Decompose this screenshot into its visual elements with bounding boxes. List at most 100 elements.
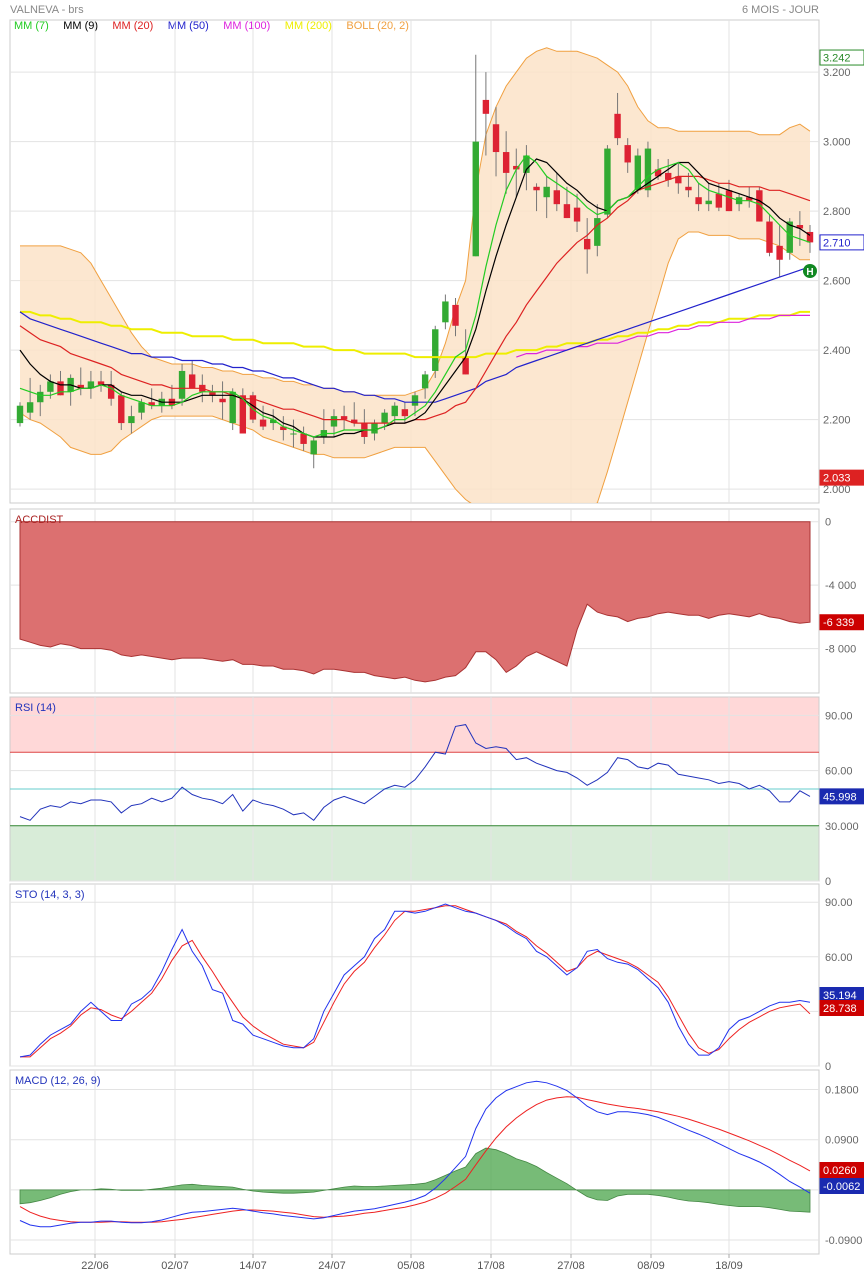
x-tick-label: 02/07: [161, 1260, 189, 1272]
value-label: 0.0260: [823, 1165, 857, 1177]
candle-body: [371, 423, 378, 434]
legend-item: MM (9): [63, 20, 98, 32]
legend-item: BOLL (20, 2): [346, 20, 409, 32]
panel-title: ACCDIST: [15, 514, 64, 526]
rsi-oversold-zone: [10, 825, 819, 881]
x-tick-label: 08/09: [637, 1260, 665, 1272]
candle-body: [118, 395, 125, 424]
x-tick-label: 05/08: [397, 1260, 425, 1272]
value-label: -0.0062: [823, 1181, 860, 1193]
y-tick-label: 90.00: [825, 710, 853, 722]
candle-body: [37, 391, 44, 403]
candle-body: [563, 204, 571, 219]
y-tick-label: 0.0900: [825, 1135, 859, 1147]
x-tick-label: 22/06: [81, 1260, 109, 1272]
candle-body: [391, 405, 398, 417]
candle-body: [432, 329, 439, 371]
y-tick-label: 0: [825, 876, 831, 888]
value-label: 45.998: [823, 791, 857, 803]
candle-body: [543, 186, 550, 198]
candle-body: [290, 433, 297, 435]
candle-body: [128, 416, 135, 424]
y-tick-label: 0: [825, 1061, 831, 1073]
value-label: 28.738: [823, 1003, 857, 1015]
candle-body: [188, 374, 196, 389]
candle-body: [594, 218, 601, 246]
y-tick-label: 60.00: [825, 766, 853, 778]
candle-body: [695, 197, 702, 205]
candle-body: [776, 245, 783, 260]
candle-body: [614, 113, 621, 139]
panel-title: RSI (14): [15, 702, 56, 714]
candle-body: [644, 148, 652, 191]
candle-body: [442, 301, 449, 323]
x-tick-label: 24/07: [318, 1260, 346, 1272]
rsi-overbought-zone: [10, 697, 819, 753]
candle-body: [502, 152, 510, 173]
candle-body: [715, 193, 723, 208]
y-tick-label: 30.000: [825, 821, 859, 833]
legend-item: MM (7): [14, 20, 49, 32]
y-tick-label: 60.00: [825, 952, 853, 964]
y-tick-label: 2.400: [823, 345, 851, 357]
value-label: 2.710: [823, 237, 851, 249]
candle-body: [330, 416, 338, 427]
candle-body: [604, 148, 611, 215]
candle-body: [685, 186, 692, 191]
candle-body: [472, 141, 479, 257]
panel-title: STO (14, 3, 3): [15, 889, 85, 901]
y-tick-label: 0: [825, 517, 831, 529]
legend-item: MM (50): [168, 20, 209, 32]
candle-body: [766, 221, 773, 253]
y-tick-label: 3.000: [823, 137, 851, 149]
candle-body: [47, 381, 54, 392]
y-tick-label: 2.000: [823, 484, 851, 496]
candle-body: [482, 99, 490, 114]
y-tick-label: 0.1800: [825, 1085, 859, 1097]
legend-item: MM (200): [285, 20, 332, 32]
y-tick-label: 3.200: [823, 67, 851, 79]
instrument-title: VALNEVA - brs: [10, 4, 84, 16]
x-tick-label: 27/08: [557, 1260, 585, 1272]
legend-item: MM (100): [223, 20, 270, 32]
candle-body: [138, 402, 145, 413]
candle-body: [624, 145, 631, 163]
y-tick-label: 2.800: [823, 206, 851, 218]
value-label: -6 339: [823, 617, 854, 629]
y-tick-label: 2.200: [823, 415, 851, 427]
candle-body: [411, 395, 419, 406]
candle-body: [178, 370, 186, 399]
y-tick-label: -4 000: [825, 580, 856, 592]
period-label[interactable]: 6 MOIS - JOUR: [742, 4, 819, 16]
stock-chart[interactable]: VALNEVA - brs 6 MOIS - JOUR MM (7) MM (9)…: [0, 0, 864, 1275]
x-tick-label: 18/09: [715, 1260, 743, 1272]
candle-body: [705, 200, 712, 205]
candle-body: [16, 405, 24, 424]
h-marker-label: H: [806, 267, 813, 278]
y-tick-label: 90.00: [825, 897, 853, 909]
candle-body: [401, 409, 409, 417]
candle-body: [310, 440, 317, 455]
candle-body: [381, 412, 388, 424]
y-tick-label: 2.600: [823, 276, 851, 288]
candle-body: [421, 374, 429, 389]
candle-body: [300, 433, 307, 444]
candle-body: [583, 238, 591, 250]
value-label: 2.033: [823, 473, 851, 485]
y-tick-label: -0.0900: [825, 1235, 862, 1247]
candle-body: [553, 190, 560, 205]
candle-body: [26, 402, 34, 413]
x-tick-label: 17/08: [477, 1260, 505, 1272]
panel-title: MACD (12, 26, 9): [15, 1075, 101, 1087]
y-tick-label: -8 000: [825, 644, 856, 656]
candle-body: [533, 186, 540, 191]
candle-body: [492, 124, 500, 153]
value-label: 3.242: [823, 53, 851, 65]
candle-body: [725, 190, 733, 212]
legend-item: MM (20): [112, 20, 153, 32]
candle-body: [219, 398, 226, 403]
candle-body: [452, 304, 459, 326]
x-tick-label: 14/07: [239, 1260, 267, 1272]
candle-body: [259, 419, 267, 427]
candle-body: [573, 207, 581, 222]
